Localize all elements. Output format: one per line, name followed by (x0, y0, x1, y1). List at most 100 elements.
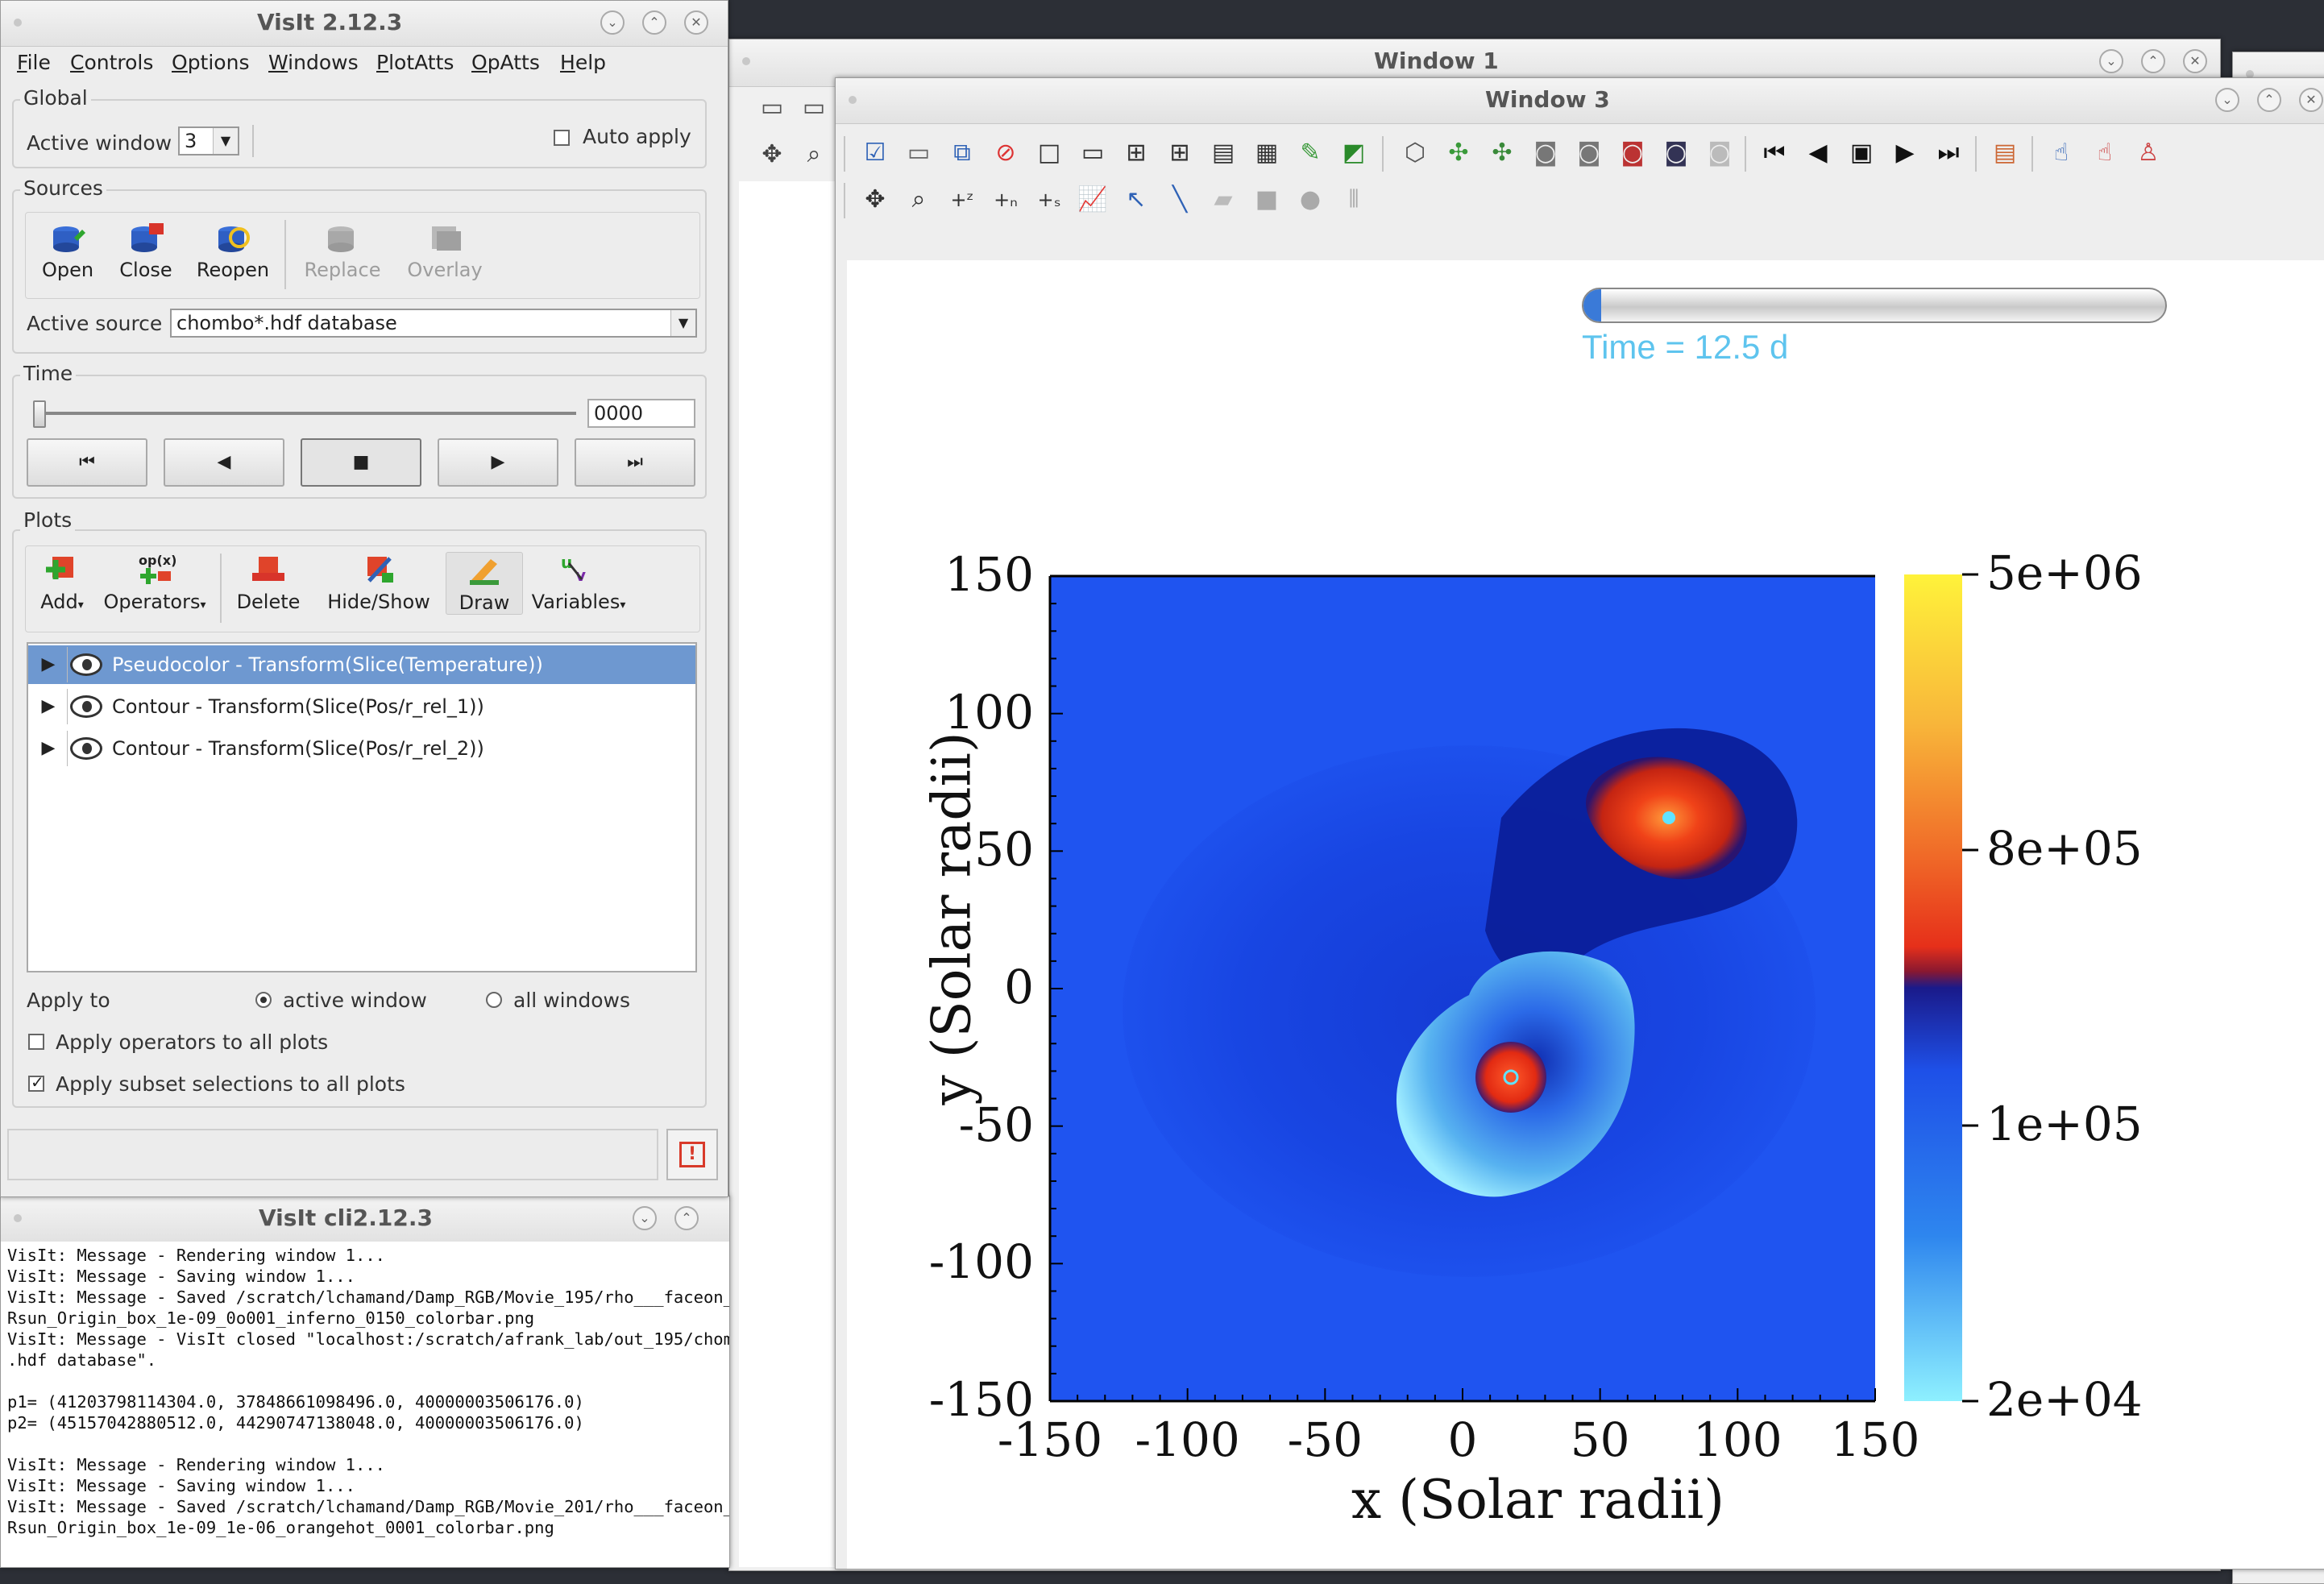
stop-icon[interactable]: ▣ (1846, 138, 1877, 168)
visibility-icon[interactable] (70, 737, 102, 760)
pick-icon[interactable]: ☝ (2046, 138, 2077, 168)
clear-pick-icon[interactable]: ♙ (2133, 138, 2164, 168)
layout-2x2-icon[interactable]: ⊞ (1121, 138, 1152, 168)
expand-arrow-icon[interactable]: ▶ (30, 689, 68, 724)
add-plot-button[interactable]: Add▾ (31, 552, 93, 613)
apply-operators-checkbox[interactable] (28, 1034, 44, 1050)
lineout-icon[interactable]: 📈 (1077, 185, 1108, 215)
zoom-icon[interactable]: ⌕ (903, 185, 934, 215)
window-3-titlebar[interactable]: Window 3 ⌄ ⌃ ✕ (836, 78, 2324, 124)
main-titlebar[interactable]: VisIt 2.12.3 ⌄ ⌃ ✕ (1, 1, 728, 47)
open-button[interactable]: Open (33, 220, 102, 281)
overlay-button[interactable]: Overlay (400, 220, 489, 281)
auto-apply-checkbox[interactable] (554, 130, 570, 146)
layout-1x2-icon[interactable]: ▭ (1077, 138, 1108, 168)
image-icon[interactable]: ◩ (1338, 138, 1369, 168)
time-state-field[interactable]: 0000 (587, 399, 695, 428)
layout-2x3-icon[interactable]: ⊞ (1164, 138, 1195, 168)
cli-titlebar[interactable]: VisIt cli2.12.3 ⌄ ⌃ (1, 1196, 729, 1242)
plane-tool-icon[interactable]: ▰ (1208, 185, 1239, 215)
expand-arrow-icon[interactable]: ▶ (30, 731, 68, 766)
new-window-icon[interactable]: ▭ (903, 138, 934, 168)
visibility-icon[interactable] (70, 653, 102, 676)
plot-list-item[interactable]: ▶ Contour - Transform(Slice(Pos/r_rel_1)) (28, 687, 695, 726)
step-back-button[interactable]: ◀ (164, 438, 284, 487)
sphere-tool-icon[interactable]: ● (1295, 185, 1326, 215)
menu-opatts[interactable]: OpAtts (471, 51, 540, 74)
apply-active-window-radio[interactable] (255, 992, 272, 1008)
delete-window-icon[interactable]: ⊘ (990, 138, 1021, 168)
window-3[interactable]: Window 3 ⌄ ⌃ ✕ ☑ ▭ ⧉ ⊘ □ ▭ ⊞ ⊞ ▤ ▦ ✎ ◩ ⬡… (835, 77, 2324, 1569)
minimize-icon[interactable]: ⌄ (633, 1206, 657, 1230)
draw-button[interactable]: Draw (446, 552, 523, 615)
visit-main-window[interactable]: VisIt 2.12.3 ⌄ ⌃ ✕ File Controls Options… (0, 0, 728, 1197)
variables-button[interactable]: uv Variables▾ (528, 552, 629, 613)
chevron-down-icon[interactable]: ▼ (670, 310, 695, 336)
menu-help[interactable]: Help (560, 51, 606, 74)
fast-forward-icon[interactable]: ⏭ (1933, 138, 1964, 168)
play-button[interactable]: ▶ (438, 438, 558, 487)
layout-2x4-icon[interactable]: ▤ (1208, 138, 1239, 168)
maximize-icon[interactable]: ⌃ (642, 10, 666, 35)
cli-window[interactable]: VisIt cli2.12.3 ⌄ ⌃ VisIt: Message - Ren… (0, 1196, 730, 1568)
maximize-icon[interactable]: ⌃ (2141, 49, 2165, 73)
chevron-down-icon[interactable]: ▼ (213, 128, 238, 154)
minimize-icon[interactable]: ⌄ (2099, 49, 2123, 73)
hide-show-button[interactable]: Hide/Show (318, 552, 439, 613)
checkbox-toggle-icon[interactable]: ☑ (860, 138, 890, 168)
cli-output[interactable]: VisIt: Message - Rendering window 1... V… (1, 1242, 729, 1567)
close-icon[interactable]: ✕ (684, 10, 708, 35)
spin-icon[interactable]: ◙ (1661, 138, 1691, 168)
replace-button[interactable]: Replace (299, 220, 386, 281)
undo-view-icon[interactable]: ◙ (1704, 138, 1735, 168)
lock-view-icon[interactable]: ✣ (1443, 138, 1474, 168)
line-icon[interactable]: ╲ (1164, 185, 1195, 215)
zoom-icon[interactable]: ⌕ (799, 139, 829, 170)
plot-list-item[interactable]: ▶ Pseudocolor - Transform(Slice(Temperatu… (28, 645, 695, 684)
reopen-button[interactable]: Reopen (194, 220, 272, 281)
menu-plotatts[interactable]: PlotAtts (376, 51, 454, 74)
annotation-icon[interactable]: ▤ (1990, 138, 2020, 168)
plot-list[interactable]: ▶ Pseudocolor - Transform(Slice(Temperatu… (27, 642, 697, 972)
line-tool-icon[interactable]: ↖ (1121, 185, 1152, 215)
layout-3x3-icon[interactable]: ▦ (1251, 138, 1282, 168)
maximize-icon[interactable]: ⌃ (674, 1206, 699, 1230)
minimize-icon[interactable]: ⌄ (2215, 88, 2239, 112)
menu-windows[interactable]: Windows (268, 51, 359, 74)
fast-forward-button[interactable]: ⏭ (575, 438, 695, 487)
menu-file[interactable]: File (17, 51, 51, 74)
expand-arrow-icon[interactable]: ▶ (30, 647, 68, 682)
delete-plot-button[interactable]: Delete (230, 552, 307, 613)
maximize-icon[interactable]: ⌃ (2257, 88, 2281, 112)
output-alert-button[interactable]: ! (666, 1129, 718, 1180)
step-back-icon[interactable]: ◀ (1803, 138, 1833, 168)
active-window-select[interactable]: 3 ▼ (178, 126, 239, 155)
operators-button[interactable]: op(x) Operators▾ (101, 552, 209, 613)
rewind-icon[interactable]: ⏮ (1759, 138, 1790, 168)
window-1-toolbar-icon[interactable]: ▭ (757, 93, 787, 123)
zone-pick-icon[interactable]: +ᶻ (947, 185, 977, 215)
stop-button[interactable]: ■ (301, 438, 421, 487)
navigate-icon[interactable]: ✥ (757, 139, 787, 170)
layout-1x1-icon[interactable]: □ (1034, 138, 1064, 168)
window-1-toolbar-icon[interactable]: ▭ (799, 93, 829, 123)
apply-subset-checkbox[interactable] (28, 1072, 44, 1092)
plot-list-item[interactable]: ▶ Contour - Transform(Slice(Pos/r_rel_2)) (28, 729, 695, 768)
axis-restriction-icon[interactable]: ⫴ (1338, 185, 1369, 215)
pick-node-icon[interactable]: ☝ (2090, 138, 2120, 168)
lock-time-icon[interactable]: ✣ (1487, 138, 1517, 168)
close-button[interactable]: Close (114, 220, 178, 281)
view-3d-icon[interactable]: ⬡ (1400, 138, 1430, 168)
active-source-select[interactable]: chombo*.hdf database ▼ (170, 309, 697, 338)
close-icon[interactable]: ✕ (2299, 88, 2323, 112)
rewind-button[interactable]: ⏮ (27, 438, 147, 487)
node-pick-icon[interactable]: +ₙ (990, 185, 1021, 215)
visibility-icon[interactable] (70, 695, 102, 718)
menu-options[interactable]: Options (172, 51, 249, 74)
camera-icon[interactable]: ◙ (1574, 138, 1604, 168)
navigate-icon[interactable]: ✥ (860, 185, 890, 215)
camera-icon[interactable]: ◙ (1530, 138, 1561, 168)
apply-all-windows-radio[interactable] (486, 992, 502, 1008)
time-slider-handle[interactable] (33, 400, 46, 428)
lock-tools-icon[interactable]: ◙ (1617, 138, 1648, 168)
